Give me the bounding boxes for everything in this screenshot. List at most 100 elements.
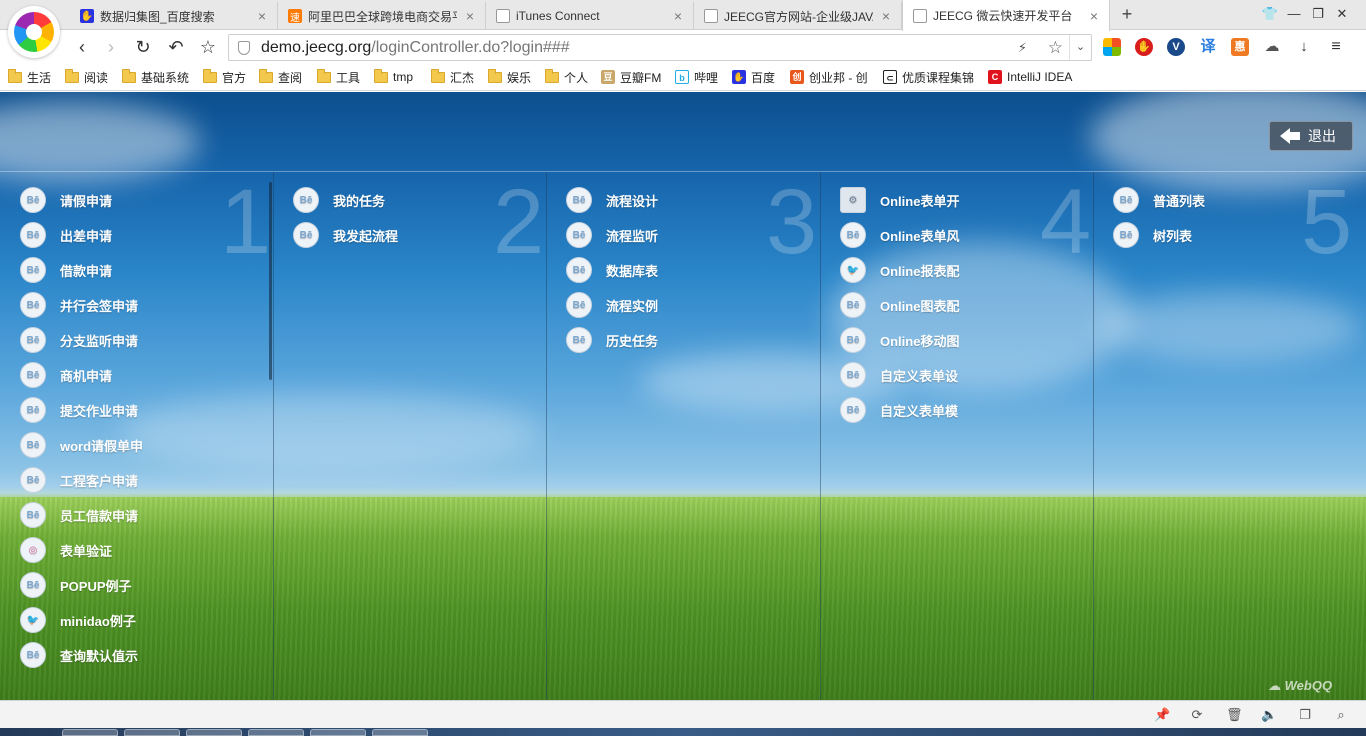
folder-icon: [65, 68, 79, 83]
menu-item[interactable]: Bē 我的任务: [293, 184, 385, 216]
menu-item[interactable]: Bē 员工借款申请: [20, 499, 138, 531]
tab-4[interactable]: JEECG官方网站-企业级JAVA ×: [694, 2, 902, 30]
bookmark-folder[interactable]: 生活: [8, 68, 51, 85]
v-ext-icon[interactable]: V: [1167, 38, 1185, 56]
bookmark-link[interactable]: C IntelliJ IDEA: [988, 69, 1072, 85]
menu-item[interactable]: Bē 分支监听申请: [20, 324, 138, 356]
menu-item-label: 流程监听: [606, 228, 659, 244]
window-icon[interactable]: ❐: [1297, 707, 1313, 723]
chevron-down-icon[interactable]: ⌄: [1069, 35, 1091, 60]
tab-2[interactable]: 速 阿里巴巴全球跨境电商交易平 ×: [278, 2, 486, 30]
menu-item[interactable]: Bē 提交作业申请: [20, 394, 138, 426]
menu-item[interactable]: Bē 流程实例: [566, 289, 658, 321]
menu-item[interactable]: Bē 并行会签申请: [20, 289, 138, 321]
menu-item[interactable]: ⚙ Online表单开: [840, 184, 959, 216]
bookmark-folder[interactable]: 工具: [317, 68, 360, 85]
trash-icon[interactable]: 🗑: [1226, 707, 1243, 723]
taskbar-item[interactable]: [310, 729, 366, 736]
skin-icon[interactable]: 👕: [1261, 5, 1279, 23]
taskbar-item[interactable]: [124, 729, 180, 736]
close-icon[interactable]: ×: [463, 8, 477, 24]
zoom-icon[interactable]: ⌕: [1333, 707, 1349, 723]
menu-item[interactable]: Bē 普通列表: [1113, 184, 1205, 216]
bookmark-label: 查阅: [278, 70, 303, 85]
minimize-icon[interactable]: —: [1285, 5, 1303, 23]
translate-icon[interactable]: 译: [1199, 38, 1217, 56]
forward-icon[interactable]: ›: [100, 36, 122, 58]
download-icon[interactable]: ↓: [1295, 38, 1313, 56]
taskbar-item[interactable]: [372, 729, 428, 736]
menu-item[interactable]: Bē 自定义表单设: [840, 359, 958, 391]
bookmark-folder[interactable]: 查阅: [259, 68, 303, 85]
adblock-icon[interactable]: ✋: [1135, 38, 1153, 56]
menu-item[interactable]: Bē 数据库表: [566, 254, 658, 286]
menu-item[interactable]: 🐦 minidao例子: [20, 604, 136, 636]
menu-item[interactable]: Bē Online表单风: [840, 219, 959, 251]
tab-3[interactable]: iTunes Connect ×: [486, 2, 694, 30]
taskbar-item[interactable]: [186, 729, 242, 736]
menu-item[interactable]: Bē POPUP例子: [20, 569, 132, 601]
bookmark-folder[interactable]: 官方: [203, 68, 246, 85]
bookmark-folder[interactable]: 个人: [545, 68, 588, 85]
close-icon[interactable]: ×: [879, 8, 893, 24]
tab-1[interactable]: ✋ 数据归集图_百度搜索 ×: [70, 2, 278, 30]
close-icon[interactable]: ×: [671, 8, 685, 24]
close-icon[interactable]: ×: [1087, 8, 1101, 24]
menu-item[interactable]: Bē 工程客户申请: [20, 464, 138, 496]
bookmark-folder[interactable]: 基础系统: [122, 68, 189, 85]
shopping-ext-icon[interactable]: 惠: [1231, 38, 1249, 56]
menu-item[interactable]: Bē 我发起流程: [293, 219, 398, 251]
back-icon[interactable]: ‹: [71, 36, 93, 58]
menu-item[interactable]: Bē 流程监听: [566, 219, 658, 251]
pin-icon[interactable]: 📌: [1154, 707, 1170, 723]
sync-icon[interactable]: ⟳: [1189, 707, 1205, 723]
undo-close-icon[interactable]: ↶: [165, 36, 187, 58]
menu-item[interactable]: Bē 出差申请: [20, 219, 112, 251]
bookmark-folder[interactable]: tmp: [374, 68, 413, 85]
reload-icon[interactable]: ↻: [132, 36, 154, 58]
menu-item[interactable]: Bē 请假申请: [20, 184, 112, 216]
logout-button[interactable]: 退出: [1269, 121, 1353, 151]
menu-item[interactable]: Bē word请假单申: [20, 429, 143, 461]
maximize-icon[interactable]: ❐: [1309, 5, 1327, 23]
bookmark-star-icon[interactable]: ☆: [197, 36, 219, 58]
bookmark-folder[interactable]: 娱乐: [488, 68, 531, 85]
bookmark-link[interactable]: 豆豆瓣FM: [601, 69, 661, 85]
taskbar-item[interactable]: [62, 729, 118, 736]
windows-ext-icon[interactable]: [1103, 38, 1121, 56]
bookmark-folder[interactable]: 阅读: [65, 68, 108, 85]
bookmark-link[interactable]: b 哔哩: [675, 69, 718, 85]
menu-item[interactable]: Bē 流程设计: [566, 184, 658, 216]
menu-item[interactable]: Bē 借款申请: [20, 254, 112, 286]
favorite-star-icon[interactable]: ☆: [1048, 38, 1063, 58]
cloud-icon[interactable]: ☁: [1263, 38, 1281, 56]
menu-item[interactable]: ◎ 表单验证: [20, 534, 112, 566]
tab-5-active[interactable]: JEECG 微云快速开发平台 ×: [902, 0, 1110, 31]
bookmark-link[interactable]: ⊂ 优质课程集锦: [883, 69, 974, 85]
lightning-icon[interactable]: ⚡: [1018, 40, 1027, 56]
menu-item[interactable]: Bē 自定义表单模: [840, 394, 958, 426]
behance-icon: Bē: [20, 502, 46, 528]
menu-item[interactable]: Bē Online图表配: [840, 289, 959, 321]
bookmark-link[interactable]: 创创业邦 - 创: [790, 69, 868, 85]
url-text[interactable]: demo.jeecg.org/loginController.do?login#…: [261, 39, 570, 57]
window-close-icon[interactable]: ✕: [1333, 5, 1351, 23]
bookmark-link[interactable]: ✋ 百度: [732, 69, 775, 85]
menu-item[interactable]: Bē 历史任务: [566, 324, 658, 356]
new-tab-button[interactable]: +: [1118, 4, 1136, 24]
menu-item[interactable]: Bē 查询默认值示: [20, 639, 138, 671]
page-icon: [913, 8, 927, 23]
menu-item[interactable]: 🐦 Online报表配: [840, 254, 959, 286]
taskbar-item[interactable]: [248, 729, 304, 736]
bookmark-folder[interactable]: 汇杰: [431, 68, 474, 85]
browser-logo[interactable]: [8, 6, 60, 58]
menu-item[interactable]: Bē 树列表: [1113, 219, 1192, 251]
address-bar[interactable]: demo.jeecg.org/loginController.do?login#…: [228, 34, 1092, 61]
speaker-icon[interactable]: 🔈: [1261, 707, 1277, 723]
webqq-watermark[interactable]: ☁ WebQQ: [1268, 678, 1332, 694]
menu-icon[interactable]: ≡: [1327, 38, 1345, 56]
menu-item[interactable]: Bē 商机申请: [20, 359, 112, 391]
close-icon[interactable]: ×: [255, 8, 269, 24]
behance-icon: Bē: [566, 292, 592, 318]
menu-item[interactable]: Bē Online移动图: [840, 324, 959, 356]
